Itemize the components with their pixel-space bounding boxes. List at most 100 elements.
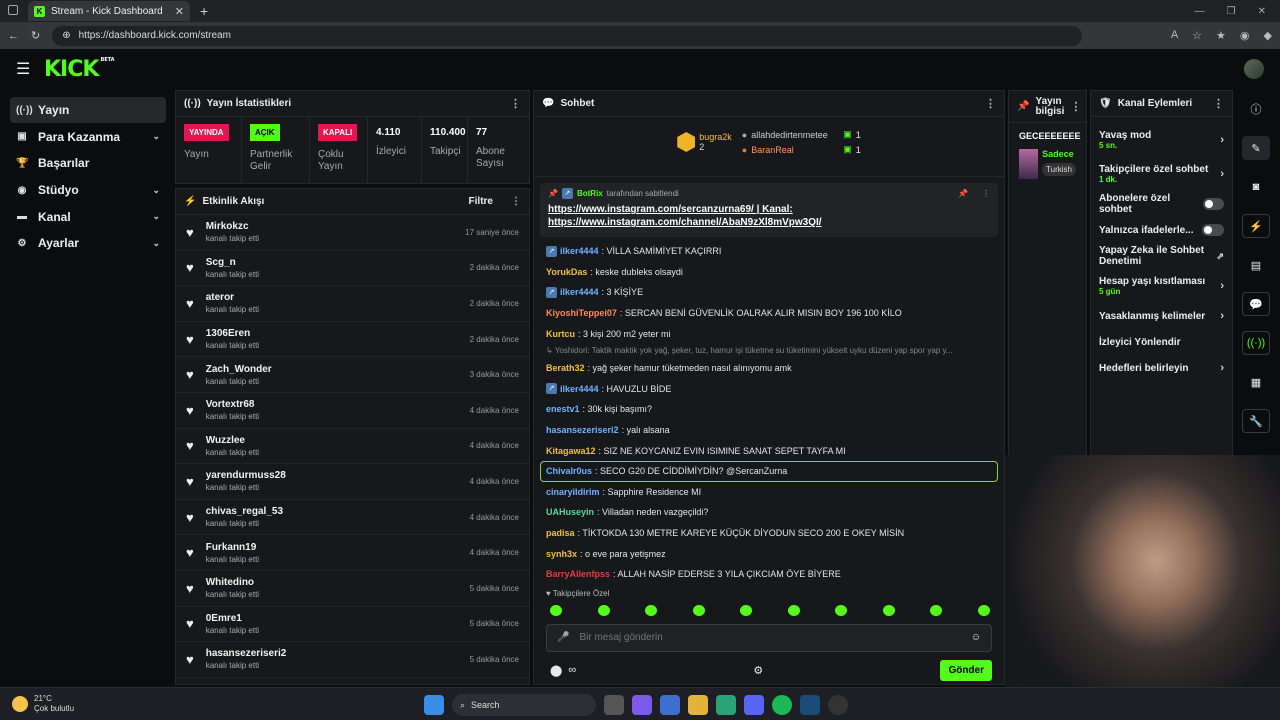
activity-username[interactable]: Whitedino: [206, 577, 259, 588]
chat-message[interactable]: Berath32: yağ şeker hamur tüketmeden nas…: [546, 358, 992, 379]
kebab-icon[interactable]: ⋮: [982, 189, 990, 198]
close-window-button[interactable]: ✕: [1258, 6, 1266, 17]
site-info-icon[interactable]: ⊕: [62, 30, 70, 41]
sidebar-item-5[interactable]: ⚙ Ayarlar ⌄: [10, 230, 166, 256]
weather-widget[interactable]: 21°C Çok bulutlu: [0, 694, 300, 714]
sidebar-item-4[interactable]: ▬ Kanal ⌄: [10, 204, 166, 230]
pinned-link-1[interactable]: https://www.instagram.com/sercanzurna69/…: [548, 203, 990, 216]
activity-username[interactable]: chivas_regal_53: [206, 506, 283, 517]
sidebar-item-1[interactable]: ▣ Para Kazanma ⌄: [10, 124, 166, 150]
channel-action-item[interactable]: Yavaş mod 5 sn. ›: [1091, 123, 1232, 157]
broadcast-icon[interactable]: ((·)): [1242, 331, 1270, 355]
chat-username[interactable]: Chivalr0us: [546, 466, 592, 476]
send-button[interactable]: Gönder: [940, 659, 992, 681]
channel-action-item[interactable]: İzleyici Yönlendir: [1091, 329, 1232, 355]
chat-username[interactable]: enestv1: [546, 404, 580, 414]
emote-icon[interactable]: [882, 605, 895, 616]
chat-username[interactable]: hasansezeriseri2: [546, 425, 619, 435]
channel-action-item[interactable]: Takipçilere özel sohbet 1 dk. ›: [1091, 157, 1232, 191]
bolt-icon[interactable]: ⚡: [1242, 214, 1270, 238]
activity-item[interactable]: ♥ 0Emre1 kanalı takip etti 5 dakika önce: [176, 607, 529, 643]
activity-item[interactable]: ♥ Zach_Wonder kanalı takip etti 3 dakika ön…: [176, 357, 529, 393]
emote-icon[interactable]: [550, 605, 562, 616]
copilot-app-icon[interactable]: [632, 695, 652, 715]
pinned-link-2[interactable]: https://www.instagram.com/channel/AbaN9z…: [548, 216, 990, 229]
new-tab-button[interactable]: +: [200, 3, 208, 19]
discord-icon[interactable]: [744, 695, 764, 715]
sidebar-item-0[interactable]: ((·)) Yayın: [10, 97, 166, 123]
chat-message[interactable]: Kitagawa12: SIZ NE KOYCANIZ EVIN ISIMINE…: [546, 440, 992, 461]
obs-icon[interactable]: [828, 695, 848, 715]
activity-username[interactable]: yarendurmuss28: [206, 470, 286, 481]
chat-username[interactable]: padisa: [546, 528, 575, 538]
address-bar[interactable]: ⊕ https://dashboard.kick.com/stream: [52, 25, 1083, 46]
taskbar-search[interactable]: ⌕ Search: [452, 694, 596, 716]
channel-action-item[interactable]: Yalnızca ifadelerle...: [1091, 217, 1232, 243]
chevron-right-icon[interactable]: ›: [1220, 168, 1224, 180]
chat-message[interactable]: ↗ ilker4444: 3 KİŞİYE: [546, 282, 992, 303]
activity-username[interactable]: Wuzzlee: [206, 435, 259, 446]
tab-close-icon[interactable]: ✕: [175, 5, 184, 18]
pinned-links[interactable]: https://www.instagram.com/sercanzurna69/…: [548, 203, 990, 229]
chat-message[interactable]: ↗ ilker4444: HAVUZLU BİDE: [546, 379, 992, 400]
channel-action-item[interactable]: Yapay Zeka ile Sohbet Denetimi ⇗: [1091, 243, 1232, 269]
chat-message[interactable]: Chivalr0us: SECO G20 DE CİDDİMİYDİN? @Se…: [540, 460, 998, 482]
channel-action-item[interactable]: Hesap yaşı kısıtlaması 5 gün ›: [1091, 269, 1232, 303]
chat-username[interactable]: KiyoshiTeppei07: [546, 308, 617, 318]
gifter[interactable]: ● BaranReal ▣ 1: [742, 142, 861, 157]
camera-icon[interactable]: ◙: [1242, 175, 1270, 199]
copilot-icon[interactable]: ◆: [1264, 29, 1272, 42]
spotify-icon[interactable]: [772, 695, 792, 715]
activity-item[interactable]: ♥ Furkann19 kanalı takip etti 4 dakika önce: [176, 535, 529, 571]
toggle-switch[interactable]: [1202, 198, 1224, 210]
maximize-button[interactable]: ❐: [1227, 6, 1236, 17]
external-link-icon[interactable]: ⇗: [1216, 251, 1224, 262]
activity-item[interactable]: ♥ Scg_n kanalı takip etti 2 dakika önce: [176, 251, 529, 287]
activity-username[interactable]: ateror: [206, 292, 259, 303]
chat-username[interactable]: BarryAllenfpss: [546, 569, 610, 579]
chevron-down-icon[interactable]: ⌄: [152, 131, 160, 142]
chat-message[interactable]: Kurtcu: 3 kişi 200 m2 yeter mi: [546, 323, 992, 344]
chat-username[interactable]: ilker4444: [560, 287, 599, 297]
steam-icon[interactable]: [800, 695, 820, 715]
activity-item[interactable]: ♥ Whitedino kanalı takip etti 5 dakika önce: [176, 571, 529, 607]
emote-icon[interactable]: [740, 605, 753, 616]
gifter[interactable]: ● allahdedirtenmetee ▣ 1: [742, 127, 861, 142]
chat-username[interactable]: synh3x: [546, 549, 577, 559]
activity-item[interactable]: ♥ hasansezeriseri2 kanalı takip etti 5 daki…: [176, 642, 529, 678]
gifter[interactable]: bugra2k 2: [677, 127, 732, 157]
activity-item[interactable]: ♥ yarendurmuss28 kanalı takip etti 4 dakika…: [176, 464, 529, 500]
category-name[interactable]: Sadece: [1042, 149, 1076, 159]
chat-settings-icon[interactable]: ⚙: [753, 664, 763, 677]
chat-message[interactable]: UAHuseyin: Villadan neden vazgeçildi?: [546, 502, 992, 523]
chat-message[interactable]: ↗ ilker4444: VİLLA SAMİMİYET KAÇIRRI: [546, 241, 992, 262]
kick-logo[interactable]: KICK BETA: [44, 57, 115, 82]
browser-tab[interactable]: K Stream - Kick Dashboard ✕: [28, 1, 190, 21]
emoji-icon[interactable]: ☺: [971, 632, 981, 643]
activity-username[interactable]: 0Emre1: [206, 613, 259, 624]
chat-message[interactable]: hasansezeriseri2: yalı alsana: [546, 420, 992, 441]
chat-username[interactable]: YorukDas: [546, 267, 587, 277]
emote-icon[interactable]: [787, 605, 800, 616]
kebab-icon[interactable]: ⋮: [1070, 101, 1081, 112]
activity-username[interactable]: Furkann19: [206, 542, 259, 553]
chevron-right-icon[interactable]: ›: [1220, 310, 1224, 322]
filter-button[interactable]: Filtre: [469, 196, 493, 207]
task-view-icon[interactable]: [604, 695, 624, 715]
profile-icon[interactable]: ◉: [1240, 29, 1250, 42]
kebab-icon[interactable]: ⋮: [510, 97, 521, 110]
chat-input-box[interactable]: 🎤 ☺: [546, 623, 992, 652]
chevron-right-icon[interactable]: ›: [1220, 134, 1224, 146]
edge-icon[interactable]: [716, 695, 736, 715]
emote-icon[interactable]: [597, 605, 610, 616]
kebab-icon[interactable]: ⋮: [511, 196, 521, 207]
pinned-message[interactable]: 📌 ↗ BotRix tarafından sabitlendi 📌 ⋮ htt…: [540, 183, 998, 237]
edit-pencil-icon[interactable]: ✎: [1242, 136, 1270, 160]
layout-icon[interactable]: ▦: [1242, 370, 1270, 394]
sidebar-item-3[interactable]: ◉ Stüdyo ⌄: [10, 177, 166, 203]
infinity-icon[interactable]: ∞: [568, 664, 576, 676]
user-avatar[interactable]: [1244, 59, 1264, 79]
activity-item[interactable]: ♥ Mirkokzc kanalı takip etti 17 saniye önce: [176, 215, 529, 251]
activity-item[interactable]: ♥ chivas_regal_53 kanalı takip etti 4 dakik…: [176, 500, 529, 536]
activity-username[interactable]: 1306Eren: [206, 328, 259, 339]
